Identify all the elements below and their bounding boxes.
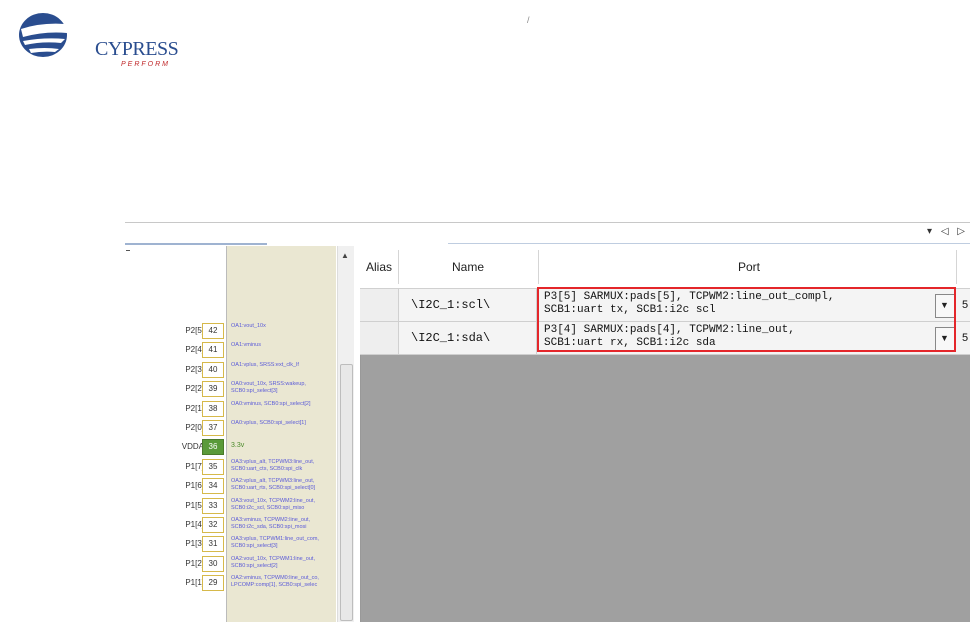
pin-row[interactable]: VDDA 36 3.3v <box>125 439 337 457</box>
cypress-logo: CYPRESS PERFORM <box>15 5 179 68</box>
pin-number[interactable]: 29 <box>202 575 224 592</box>
brand-name: CYPRESS <box>95 38 179 60</box>
pin-function: OA0:vplus, SCB0:spi_select[1] <box>231 420 306 426</box>
name-cell[interactable]: \I2C_1:sda\ <box>399 322 537 354</box>
pin-number[interactable]: 38 <box>202 400 224 417</box>
brand-tagline: PERFORM <box>121 61 170 68</box>
extra-cell: 5 <box>962 299 969 311</box>
pin-number[interactable]: 33 <box>202 497 224 514</box>
pin-row[interactable]: P1[5] 33 OA3:vout_10x, TCPWM2:line_out, SC… <box>125 497 337 516</box>
table-header: Alias Name Port <box>360 246 970 289</box>
pin-row[interactable]: P1[6] 34 OA2:vplus_alt, TCPWM3:line_out, S… <box>125 478 337 496</box>
pin-number[interactable]: 32 <box>202 517 224 533</box>
pin-function: OA1:vplus, SRSS:ext_clk_lf <box>231 361 299 368</box>
scroll-up-icon[interactable]: ▲ <box>341 251 349 260</box>
panel-marker <box>126 250 130 251</box>
pin-function: OA3:vplus, TCPWM1:line_out_com, SCB0:spi… <box>231 536 319 550</box>
tab-bar <box>125 222 970 245</box>
highlight-box <box>537 287 956 352</box>
pin-number[interactable]: 41 <box>202 342 224 359</box>
column-separator <box>956 250 957 284</box>
pin-row[interactable]: P1[1] 29 OA2:vminus, TCPWM0:line_out_co, L… <box>125 575 337 593</box>
pin-function: OA2:vminus, TCPWM0:line_out_co, LPCOMP:c… <box>231 575 319 589</box>
pin-function: OA3:vplus_alt, TCPWM3:line_out, SCB0:uar… <box>231 458 315 472</box>
pin-number[interactable]: 30 <box>202 555 224 572</box>
pin-row[interactable]: P2[5] 42 OA1:vout_10x <box>125 323 337 341</box>
tab-underline-left <box>125 243 267 245</box>
pin-function: OA1:vminus <box>231 342 261 349</box>
pin-function: OA2:vout_10x, TCPWM1:line_out, SCB0:spi_… <box>231 555 315 569</box>
pin-number[interactable]: 34 <box>202 478 224 495</box>
tab-scroll-controls[interactable]: ▾ ◁ ▷ <box>927 226 968 237</box>
pin-number[interactable]: 39 <box>202 381 224 398</box>
column-header-port[interactable]: Port <box>539 246 959 288</box>
pin-number[interactable]: 36 <box>202 439 224 456</box>
pin-function: OA3:vminus, TCPWM2:line_out, SCB0:i2c_sd… <box>231 517 311 530</box>
name-cell[interactable]: \I2C_1:scl\ <box>399 289 537 321</box>
pin-number[interactable]: 31 <box>202 536 224 553</box>
alias-cell[interactable] <box>360 322 399 354</box>
pin-function: 3.3v <box>231 442 245 450</box>
pin-row[interactable]: P1[2] 30 OA2:vout_10x, TCPWM1:line_out, SC… <box>125 555 337 574</box>
pin-row[interactable]: P2[4] 41 OA1:vminus <box>125 342 337 360</box>
sort-indicator-icon: / <box>527 15 530 25</box>
column-header-name[interactable]: Name <box>399 246 537 288</box>
pin-function: OA1:vout_10x <box>231 323 266 329</box>
pin-row[interactable]: P2[3] 40 OA1:vplus, SRSS:ext_clk_lf <box>125 361 337 380</box>
pin-row[interactable]: P1[3] 31 OA3:vplus, TCPWM1:line_out_com, S… <box>125 536 337 554</box>
cypress-globe-icon <box>19 13 83 57</box>
pin-name: VDDA <box>181 442 204 452</box>
pin-row[interactable]: P2[1] 38 OA0:vminus, SCB0:spi_select[2] <box>125 400 337 419</box>
pin-number[interactable]: 40 <box>202 361 224 378</box>
pin-function: OA3:vout_10x, TCPWM2:line_out, SCB0:i2c_… <box>231 497 315 511</box>
pin-panel-scrollbar[interactable]: ▲ <box>337 246 354 622</box>
pin-number[interactable]: 35 <box>202 458 224 475</box>
column-header-alias[interactable]: Alias <box>360 246 398 288</box>
pin-function: OA2:vplus_alt, TCPWM3:line_out, SCB0:uar… <box>231 478 316 492</box>
alias-cell[interactable] <box>360 289 399 321</box>
pin-row[interactable]: P1[7] 35 OA3:vplus_alt, TCPWM3:line_out, S… <box>125 458 337 477</box>
tab-underline-right <box>448 243 970 244</box>
pin-row[interactable]: P2[2] 39 OA0:vout_10x, SRSS:wakeup, SCB0:s… <box>125 381 337 399</box>
pin-row[interactable]: P1[4] 32 OA3:vminus, TCPWM2:line_out, SCB0… <box>125 517 337 535</box>
pin-function: OA0:vminus, SCB0:spi_select[2] <box>231 400 311 407</box>
pin-function: OA0:vout_10x, SRSS:wakeup, SCB0:spi_sele… <box>231 381 306 395</box>
pin-number[interactable]: 42 <box>202 323 224 339</box>
pin-number[interactable]: 37 <box>202 420 224 436</box>
scroll-thumb[interactable] <box>340 364 353 621</box>
pin-row[interactable]: P2[0] 37 OA0:vplus, SCB0:spi_select[1] <box>125 420 337 438</box>
extra-cell: 5 <box>962 332 969 344</box>
